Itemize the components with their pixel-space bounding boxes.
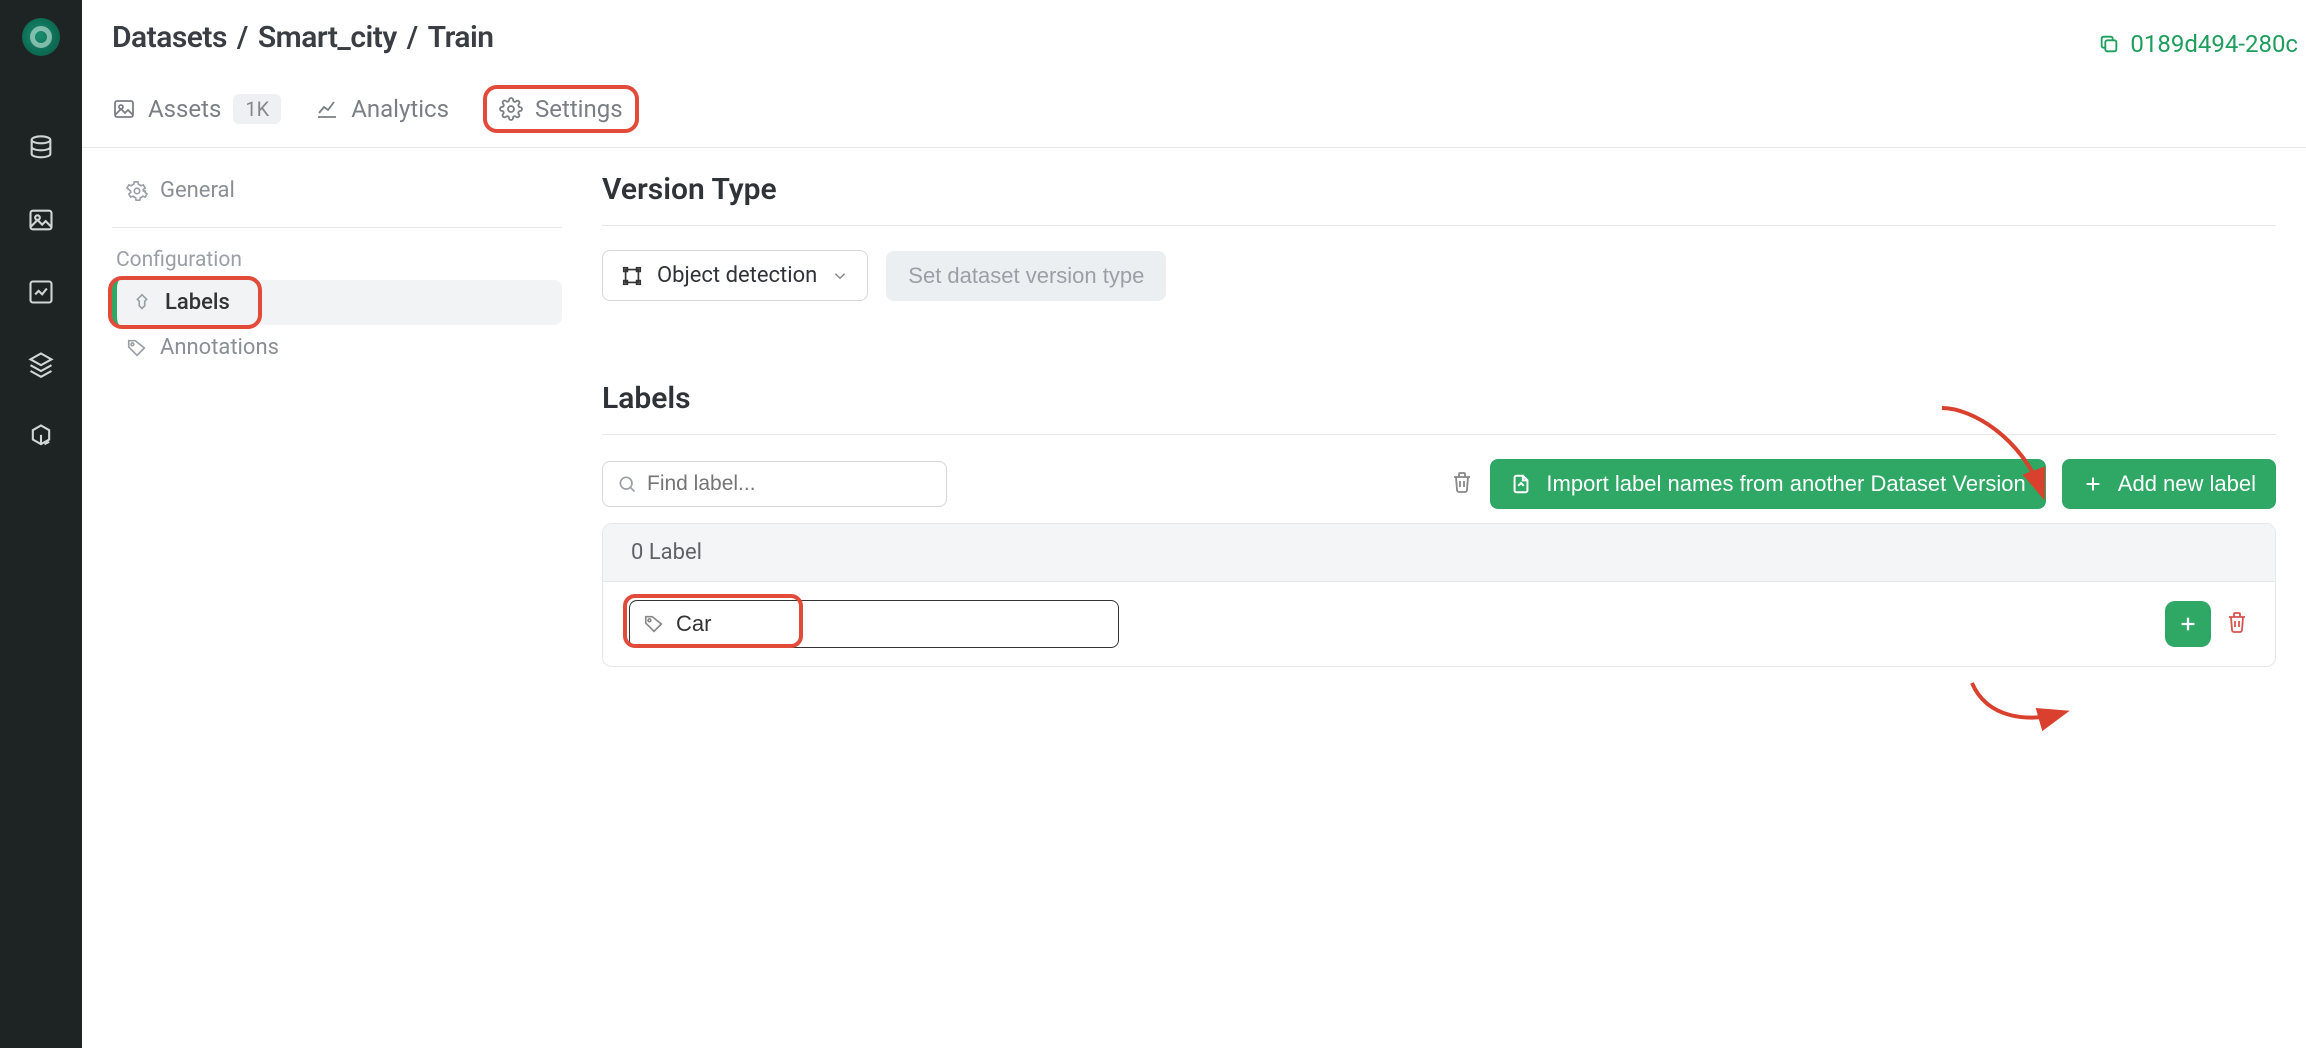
breadcrumb-sep: / (237, 20, 248, 55)
chart-frame-icon (27, 278, 55, 306)
tab-assets-badge: 1K (233, 94, 281, 124)
label-row (603, 582, 2275, 666)
sidebar-item-annotations[interactable]: Annotations (112, 325, 562, 370)
chart-line-icon (315, 97, 339, 121)
sidebar-category: Configuration (112, 228, 562, 280)
plus-icon (2082, 473, 2104, 495)
labels-card: 0 Label (602, 523, 2276, 667)
rail-item-deploy[interactable] (27, 422, 55, 454)
tab-analytics-label: Analytics (351, 95, 449, 123)
settings-sidebar: General Configuration Labels Annotations (82, 148, 592, 1048)
add-new-label-button[interactable]: Add new label (2062, 459, 2276, 509)
breadcrumb-dataset[interactable]: Smart_city (258, 20, 397, 55)
tab-analytics[interactable]: Analytics (315, 95, 449, 123)
version-type-value: Object detection (657, 263, 817, 288)
breadcrumb-sep: / (407, 20, 418, 55)
search-label-box[interactable] (602, 461, 947, 507)
logo-icon[interactable] (22, 18, 60, 56)
content-panel: Version Type Object detection Set datase… (592, 148, 2306, 1048)
sidebar-item-annotations-label: Annotations (160, 335, 279, 360)
annotation-arrow (1967, 678, 2077, 742)
tab-settings[interactable]: Settings (483, 85, 639, 133)
search-icon (617, 474, 637, 494)
rail-item-layers[interactable] (27, 350, 55, 382)
search-label-input[interactable] (647, 472, 932, 496)
bounding-box-icon (621, 265, 643, 287)
chevron-down-icon (831, 267, 849, 285)
sidebar-item-general[interactable]: General (112, 168, 562, 213)
tabs: Assets 1K Analytics Settings (112, 85, 2276, 147)
breadcrumb-root[interactable]: Datasets (112, 20, 227, 55)
label-name-input[interactable] (629, 600, 1119, 648)
trash-icon (2225, 610, 2249, 634)
gear-icon (499, 97, 523, 121)
pin-icon (131, 292, 153, 314)
rail-item-database[interactable] (27, 134, 55, 166)
delete-all-button[interactable] (1450, 470, 1474, 498)
sidebar-item-labels[interactable]: Labels (112, 280, 562, 325)
add-new-label-text: Add new label (2118, 471, 2256, 497)
tab-assets[interactable]: Assets 1K (112, 94, 281, 124)
labels-title: Labels (602, 381, 2276, 435)
plus-icon (2177, 613, 2199, 635)
tab-assets-label: Assets (148, 95, 221, 123)
image-icon (112, 97, 136, 121)
confirm-add-label-button[interactable] (2165, 601, 2211, 647)
database-icon (27, 134, 55, 162)
main-area: Datasets / Smart_city / Train 0189d494-2… (82, 0, 2306, 1048)
tag-icon (126, 337, 148, 359)
sidebar-item-general-label: General (160, 178, 235, 203)
cube-arrow-icon (27, 422, 55, 450)
labels-count: 0 Label (603, 524, 2275, 582)
gear-icon (126, 180, 148, 202)
delete-label-button[interactable] (2225, 610, 2249, 638)
set-version-type-button[interactable]: Set dataset version type (886, 251, 1166, 301)
layers-icon (27, 350, 55, 378)
import-labels-button[interactable]: Import label names from another Dataset … (1490, 459, 2045, 509)
tab-settings-label: Settings (535, 95, 623, 123)
version-type-select[interactable]: Object detection (602, 250, 868, 301)
breadcrumb: Datasets / Smart_city / Train (112, 20, 2276, 55)
tag-icon (643, 613, 665, 635)
image-icon (27, 206, 55, 234)
import-labels-label: Import label names from another Dataset … (1546, 471, 2025, 497)
sidebar-item-labels-label: Labels (165, 290, 230, 315)
file-import-icon (1510, 473, 1532, 495)
left-rail (0, 0, 82, 1048)
copy-icon (2098, 33, 2120, 55)
breadcrumb-version[interactable]: Train (428, 20, 494, 55)
rail-item-images[interactable] (27, 206, 55, 238)
version-id-text: 0189d494-280c (2130, 30, 2298, 58)
label-input-wrap (629, 600, 1119, 648)
version-type-title: Version Type (602, 172, 2276, 226)
rail-item-models[interactable] (27, 278, 55, 310)
version-id-link[interactable]: 0189d494-280c (2098, 30, 2298, 58)
trash-icon (1450, 470, 1474, 494)
header: Datasets / Smart_city / Train 0189d494-2… (82, 0, 2306, 148)
